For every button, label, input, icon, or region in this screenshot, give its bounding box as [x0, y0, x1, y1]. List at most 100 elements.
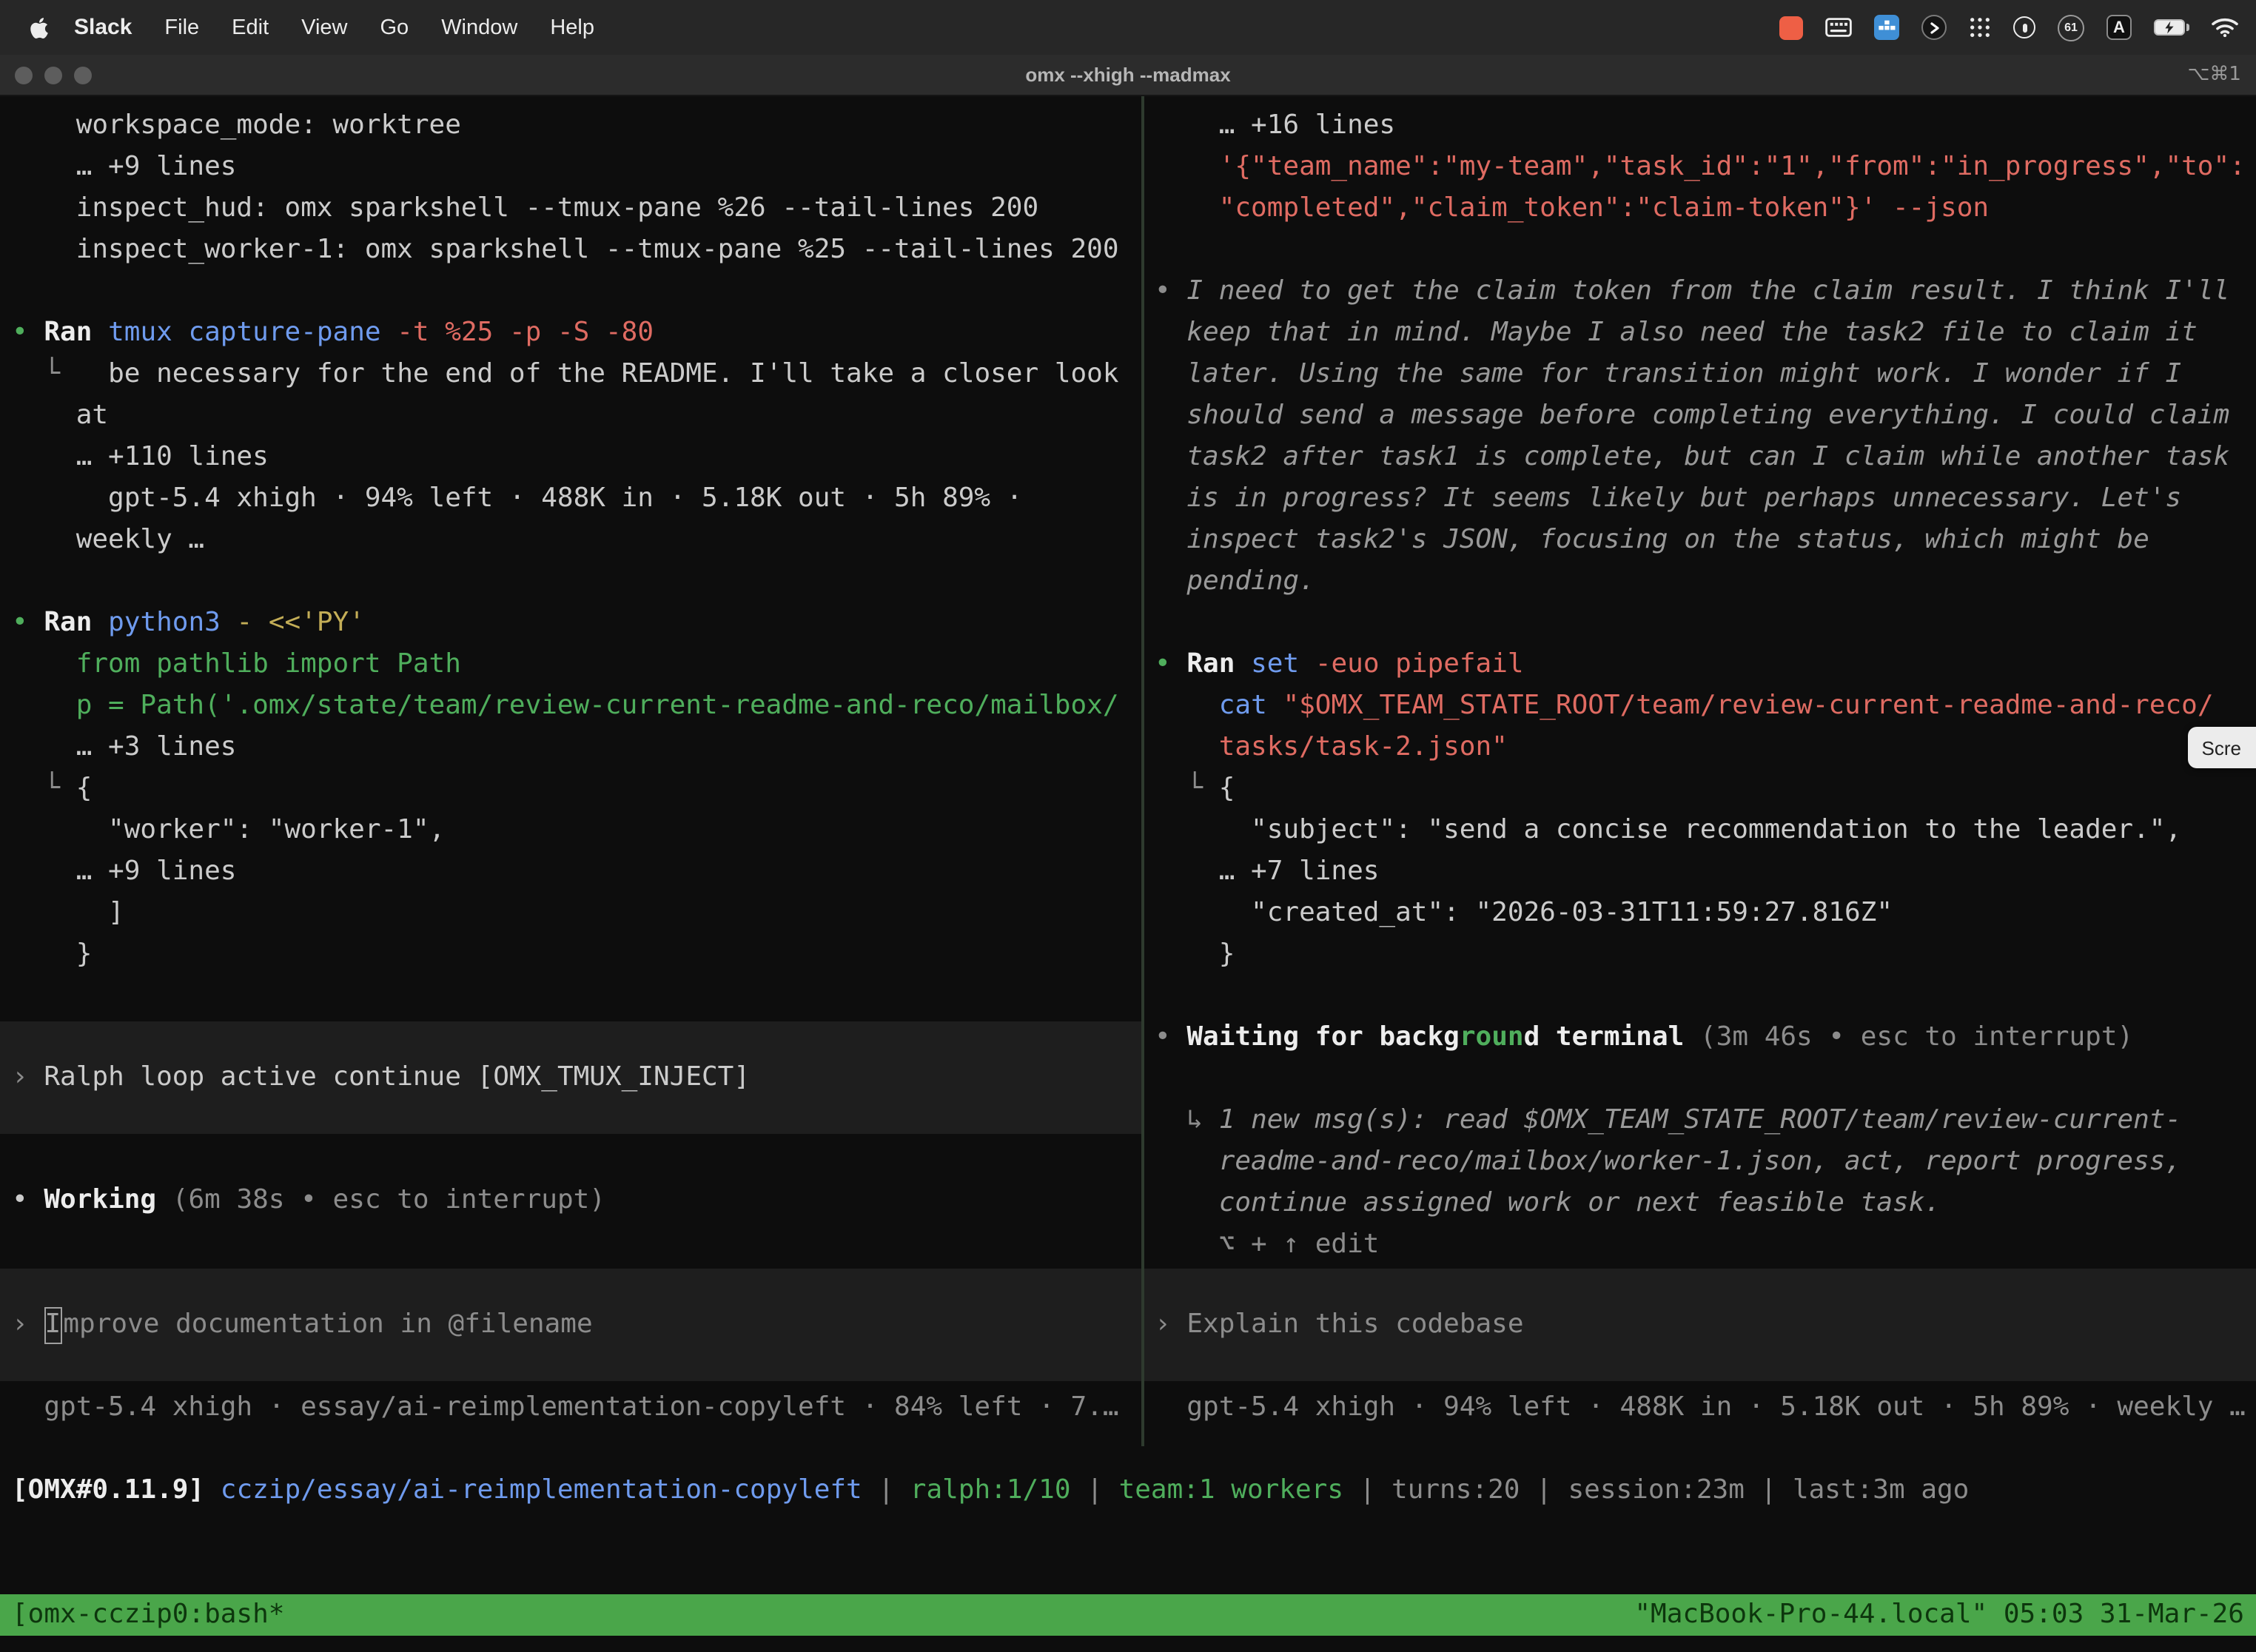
terminal-line: … +9 lines [12, 851, 1141, 893]
terminal-line: • Ran python3 - <<'PY' [12, 602, 1141, 644]
menu-edit[interactable]: Edit [215, 16, 285, 39]
terminal-line [1155, 976, 2256, 1017]
screen-edge-tooltip: Scre [2189, 727, 2256, 768]
app-grid-icon[interactable] [1969, 16, 1991, 38]
terminal-text-segment: tmux capture-pane [108, 317, 397, 348]
prompt-input-line[interactable]: › Improve documentation in @filename [0, 1269, 1141, 1381]
terminal-text-segment: … +9 lines [12, 856, 236, 887]
terminal-text-segment: … +16 lines [1155, 110, 1395, 141]
terminal-text-segment: • [1155, 275, 1186, 306]
terminal-text-segment: • [12, 317, 44, 348]
terminal-text-segment: • [12, 1184, 44, 1215]
terminal-line: cat "$OMX_TEAM_STATE_ROOT/team/review-cu… [1155, 685, 2256, 727]
terminal-text-segment: (6m 38s • esc to interrupt) [172, 1184, 605, 1215]
terminal-text-segment: roun [1460, 1021, 1524, 1052]
terminal-line: } [1155, 934, 2256, 976]
apple-menu-icon[interactable] [30, 16, 49, 39]
minimize-button[interactable] [44, 66, 62, 84]
terminal-text-segment: later. Using the same for transition mig… [1155, 358, 2181, 389]
terminal-text-segment: "$OMX_TEAM_STATE_ROOT/team/review-curren… [1283, 690, 2213, 721]
terminal-line: ] [12, 893, 1141, 934]
terminal-line [12, 561, 1141, 602]
terminal-text-segment: ] [12, 897, 124, 928]
terminal: workspace_mode: worktree … +9 lines insp… [0, 96, 2256, 1652]
menu-window[interactable]: Window [425, 16, 534, 39]
terminal-line: gpt-5.4 xhigh · 94% left · 488K in · 5.1… [12, 478, 1141, 520]
terminal-text-segment: tasks/task-2.json" [1155, 731, 1508, 762]
terminal-text-segment: (3m 46s • esc to interrupt) [1700, 1021, 2133, 1052]
terminal-line: } [12, 934, 1141, 976]
terminal-text-segment: … +110 lines [12, 441, 269, 472]
terminal-line: gpt-5.4 xhigh · 94% left · 488K in · 5.1… [1155, 1387, 2256, 1428]
terminal-line: workspace_mode: worktree [12, 105, 1141, 147]
terminal-app-icon[interactable] [1921, 15, 1947, 40]
menu-view[interactable]: View [285, 16, 363, 39]
terminal-text-segment: cczip/essay/ai-reimplementation-copyleft [221, 1474, 862, 1505]
terminal-text-segment: cat [1219, 690, 1283, 721]
terminal-line: continue assigned work or next feasible … [1155, 1183, 2256, 1224]
left-terminal-pane[interactable]: workspace_mode: worktree … +9 lines insp… [0, 96, 1141, 1446]
terminal-text-segment: | [1071, 1474, 1119, 1505]
keyboard-icon[interactable] [1825, 18, 1852, 37]
terminal-line: … +9 lines [12, 147, 1141, 188]
terminal-line: • Waiting for background terminal (3m 46… [1155, 1017, 2256, 1058]
terminal-text-segment: … +3 lines [12, 731, 236, 762]
active-app-menu[interactable]: Slack [58, 15, 148, 40]
terminal-text-segment: Explain this codebase [1186, 1304, 1523, 1346]
zoom-button[interactable] [74, 66, 92, 84]
terminal-text-segment: inspect_worker-1: omx sparkshell --tmux-… [12, 234, 1119, 265]
terminal-line: … +16 lines [1155, 105, 2256, 147]
menu-help[interactable]: Help [534, 16, 611, 39]
prompt-input-line[interactable]: › Ralph loop active continue [OMX_TMUX_I… [0, 1021, 1141, 1134]
terminal-text-segment: Ran [44, 317, 108, 348]
terminal-text-segment [1155, 690, 1219, 721]
terminal-text-segment: last:3m ago [1793, 1474, 1969, 1505]
terminal-line: ⌥ + ↑ edit [1155, 1224, 2256, 1266]
battery-percent-icon[interactable]: 61 [2058, 14, 2084, 41]
terminal-line: └ be necessary for the end of the README… [12, 354, 1141, 395]
terminal-text-segment: readme-and-reco/mailbox/worker-1.json, a… [1155, 1146, 2181, 1177]
terminal-text-segment: ralph:1/10 [910, 1474, 1071, 1505]
window-title-bar[interactable]: omx --xhigh --madmax ⌥⌘1 [0, 55, 2256, 96]
close-button[interactable] [15, 66, 33, 84]
terminal-line: … +3 lines [12, 727, 1141, 768]
terminal-text-segment: gpt-5.4 xhigh · 94% left · 488K in · 5.1… [12, 483, 1022, 514]
terminal-line: … +110 lines [12, 437, 1141, 478]
menu-go[interactable]: Go [364, 16, 426, 39]
terminal-text-segment: gpt-5.4 xhigh · essay/ai-reimplementatio… [12, 1391, 1119, 1423]
window-shortcut-hint: ⌥⌘1 [2187, 64, 2241, 86]
battery-charging-icon[interactable] [2154, 19, 2189, 36]
terminal-text-segment: '{"team_name":"my-team","task_id":"1","f… [1155, 151, 2246, 182]
terminal-text-segment: d terminal [1524, 1021, 1700, 1052]
input-source-icon[interactable]: A [2106, 15, 2132, 40]
terminal-line [12, 271, 1141, 312]
docker-icon[interactable] [1874, 15, 1899, 40]
password-manager-icon[interactable] [2013, 16, 2035, 38]
menu-file[interactable]: File [148, 16, 215, 39]
screen-recording-icon[interactable] [1779, 16, 1803, 39]
terminal-text-segment: p = Path('.omx/state/team/review-current… [12, 690, 1119, 721]
terminal-line: tasks/task-2.json" [1155, 727, 2256, 768]
window-title: omx --xhigh --madmax [0, 64, 2256, 86]
terminal-line: "worker": "worker-1", [12, 810, 1141, 851]
terminal-text-segment: "worker": "worker-1", [12, 814, 445, 845]
menu-bar-status-area: 61 A [1779, 14, 2238, 41]
terminal-text-segment: ↳ [1155, 1104, 1219, 1135]
terminal-text-segment: weekly … [12, 524, 204, 555]
right-terminal-pane[interactable]: … +16 lines '{"team_name":"my-team","tas… [1141, 96, 2256, 1446]
terminal-text-segment: | [1520, 1474, 1568, 1505]
terminal-text-segment: › [12, 1057, 44, 1098]
terminal-text-segment: session:23m [1568, 1474, 1744, 1505]
prompt-input-line[interactable]: › Explain this codebase [1144, 1269, 2256, 1381]
terminal-line: should send a message before completing … [1155, 395, 2256, 437]
terminal-line: from pathlib import Path [12, 644, 1141, 685]
terminal-line: inspect task2's JSON, focusing on the st… [1155, 520, 2256, 561]
terminal-text-segment: Ran [44, 607, 108, 638]
terminal-text-segment: -t %25 -p -S -80 [397, 317, 654, 348]
terminal-text-segment: at [12, 400, 108, 431]
terminal-text-segment: team:1 workers [1119, 1474, 1343, 1505]
tmux-session-info: [omx-cczip0:bash* [12, 1594, 284, 1636]
wifi-icon[interactable] [2212, 18, 2238, 37]
terminal-text-segment: "created_at": "2026-03-31T11:59:27.816Z" [1155, 897, 1893, 928]
terminal-text-segment: should send a message before completing … [1155, 400, 2229, 431]
